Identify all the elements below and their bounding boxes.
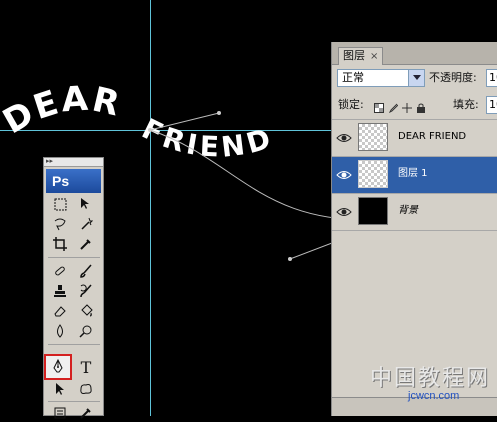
- lock-icons: [374, 98, 426, 114]
- pen-tool-icon[interactable]: [44, 354, 72, 380]
- brush-tool-icon[interactable]: [76, 262, 96, 280]
- crop-tool-icon[interactable]: [50, 235, 70, 253]
- watermark: 中国教程网 jcwcn.com: [370, 360, 490, 412]
- toolbox-grip[interactable]: ▸▸: [44, 158, 103, 167]
- fill-label: 填充:: [453, 98, 479, 111]
- chevron-down-icon[interactable]: [408, 70, 424, 86]
- toolbox-divider: [48, 344, 100, 345]
- blend-opacity-row: 正常 不透明度: 10: [337, 69, 497, 89]
- curved-text-friend: FRIEND: [137, 112, 278, 164]
- custom-shape-icon[interactable]: [76, 380, 96, 398]
- type-tool-icon[interactable]: T: [76, 358, 96, 377]
- healing-brush-icon[interactable]: [50, 262, 70, 280]
- layer-thumbnail: [358, 197, 388, 225]
- lasso-tool-icon[interactable]: [50, 215, 70, 233]
- close-icon[interactable]: ×: [370, 51, 378, 62]
- layer-name: 背景: [398, 205, 418, 216]
- history-brush-icon[interactable]: [76, 282, 96, 300]
- path-selection-icon[interactable]: [50, 380, 70, 398]
- visibility-eye-icon[interactable]: [336, 130, 352, 144]
- opacity-label: 不透明度:: [429, 71, 477, 84]
- layers-list-end: [332, 230, 497, 231]
- toolbox-divider: [48, 401, 100, 402]
- curved-text-dear: DEAR: [0, 79, 125, 142]
- layers-list: DEAR FRIEND 图层 1 背景: [332, 119, 497, 231]
- clone-stamp-icon[interactable]: [50, 282, 70, 300]
- eyedropper-tool-icon[interactable]: [76, 404, 96, 422]
- watermark-site-name: 中国教程网: [370, 366, 491, 391]
- toolbox-divider: [48, 257, 100, 258]
- fill-input[interactable]: 10: [486, 96, 497, 114]
- blend-mode-value: 正常: [342, 71, 364, 84]
- handle-point[interactable]: [217, 111, 221, 115]
- tab-layers-label: 图层: [343, 49, 365, 62]
- magic-wand-icon[interactable]: [76, 215, 96, 233]
- lock-transparent-icon[interactable]: [374, 98, 384, 113]
- visibility-eye-icon[interactable]: [336, 204, 352, 218]
- blend-mode-select[interactable]: 正常: [337, 69, 425, 87]
- marquee-tool-icon[interactable]: [50, 195, 70, 213]
- anchor-point[interactable]: [148, 128, 152, 132]
- eraser-tool-icon[interactable]: [50, 302, 70, 320]
- lock-position-icon[interactable]: [402, 98, 412, 113]
- lock-pixels-icon[interactable]: [388, 98, 399, 114]
- photoshop-logo[interactable]: Ps: [46, 169, 101, 193]
- eyedropper-icon[interactable]: [76, 235, 96, 253]
- dodge-tool-icon[interactable]: [76, 322, 96, 340]
- tools-panel: ▸▸ Ps T: [43, 157, 104, 419]
- tab-layers[interactable]: 图层 ×: [338, 47, 384, 65]
- layer-row-selected[interactable]: 图层 1: [332, 156, 497, 193]
- blur-tool-icon[interactable]: [50, 322, 70, 340]
- layer-thumbnail: [358, 160, 388, 188]
- visibility-eye-icon[interactable]: [336, 167, 352, 181]
- move-tool-icon[interactable]: [76, 195, 96, 213]
- layer-row[interactable]: 背景: [332, 193, 497, 230]
- panel-tab-bar: 图层 ×: [332, 42, 497, 65]
- layer-row[interactable]: DEAR FRIEND: [332, 119, 497, 156]
- lock-label: 锁定:: [338, 98, 364, 111]
- handle-point[interactable]: [288, 257, 292, 261]
- lock-all-icon[interactable]: [416, 98, 426, 113]
- opacity-input[interactable]: 10: [486, 69, 497, 87]
- notes-tool-icon[interactable]: [50, 404, 70, 422]
- layer-name: DEAR FRIEND: [398, 131, 467, 142]
- layer-name: 图层 1: [398, 168, 428, 179]
- paint-bucket-icon[interactable]: [76, 302, 96, 320]
- layer-thumbnail: [358, 123, 388, 151]
